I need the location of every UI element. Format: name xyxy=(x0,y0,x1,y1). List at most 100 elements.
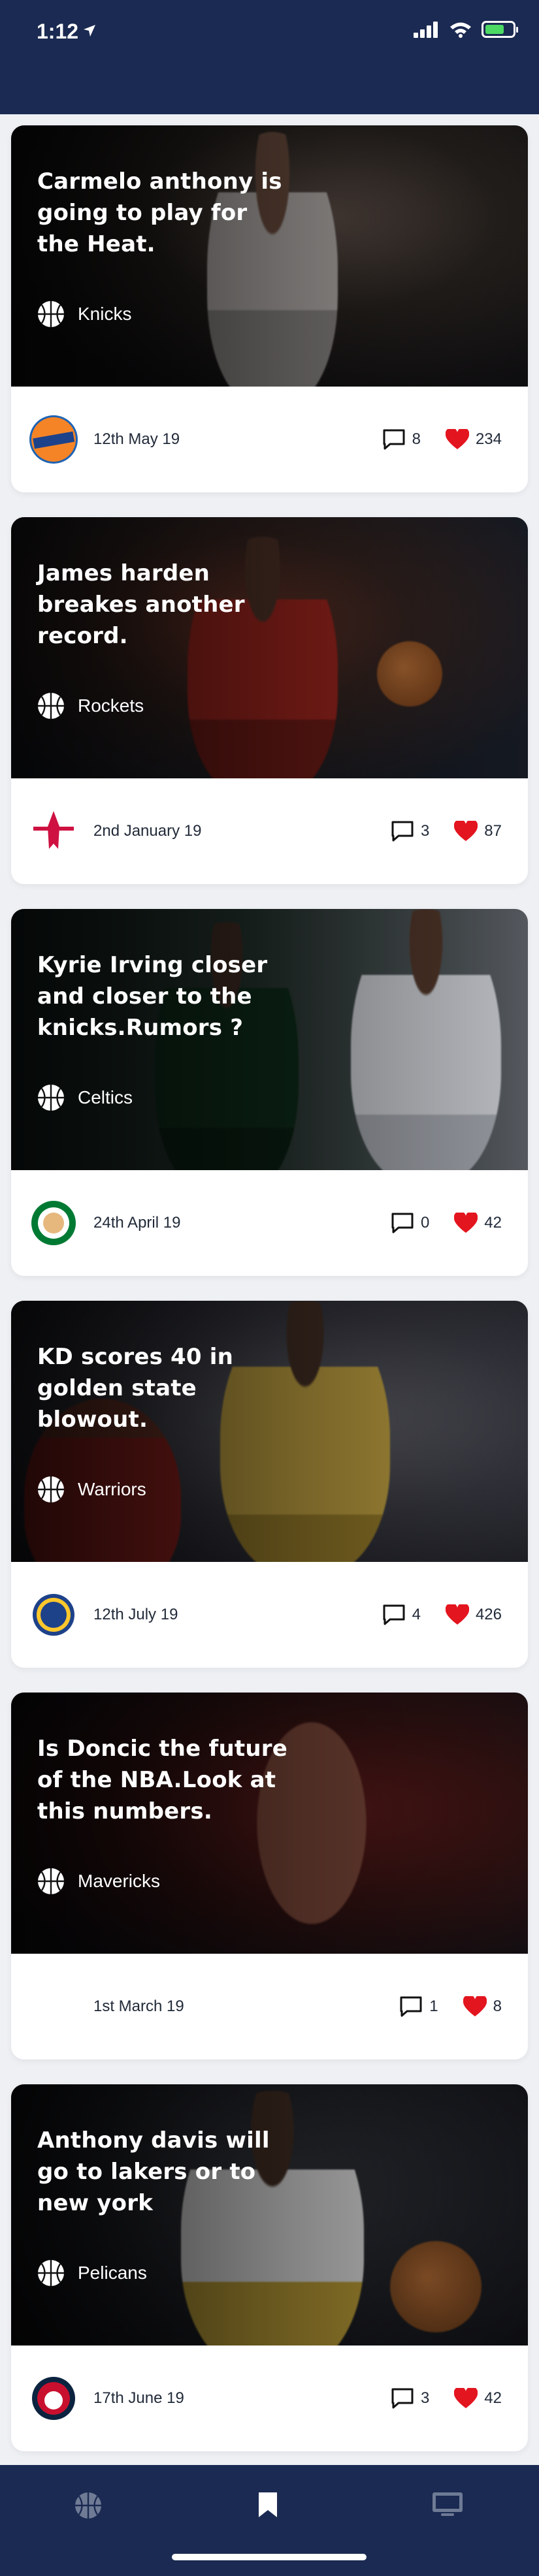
cellular-signal-icon xyxy=(414,22,438,38)
comments-button[interactable]: 3 xyxy=(391,820,429,842)
news-feed: Carmelo anthony is going to play for the… xyxy=(11,125,528,2476)
team-tag[interactable]: Rockets xyxy=(37,692,144,720)
status-indicators xyxy=(414,21,518,38)
news-headline: Kyrie Irving closer and closer to the kn… xyxy=(37,952,268,1041)
comment-count: 4 xyxy=(412,1606,421,1623)
comment-count: 0 xyxy=(420,1214,430,1232)
like-count: 42 xyxy=(484,1214,502,1232)
app-header: 1:12 xyxy=(0,0,539,114)
like-button[interactable]: 42 xyxy=(454,2388,502,2409)
news-card[interactable]: James harden breakes another record. Roc… xyxy=(11,517,528,884)
home-indicator xyxy=(172,2554,367,2560)
like-button[interactable]: 8 xyxy=(463,1996,502,2017)
news-date: 12th May 19 xyxy=(93,430,180,448)
like-button[interactable]: 87 xyxy=(454,821,502,842)
news-card[interactable]: Anthony davis will go to lakers or to ne… xyxy=(11,2084,528,2451)
comment-icon xyxy=(391,1213,414,1233)
comment-icon xyxy=(383,1604,405,1625)
news-card-image[interactable]: Is Doncic the future of the NBA.Look at … xyxy=(11,1693,528,1954)
like-button[interactable]: 42 xyxy=(454,1213,502,1233)
comment-count: 8 xyxy=(412,430,421,448)
warriors-logo-icon xyxy=(29,1591,78,1639)
tv-icon xyxy=(433,2492,463,2516)
team-tag[interactable]: Celtics xyxy=(37,1084,133,1111)
nav-bookmark-tab[interactable] xyxy=(257,2491,278,2522)
news-headline: Carmelo anthony is going to play for the… xyxy=(37,168,282,257)
team-name: Celtics xyxy=(78,1087,133,1107)
comments-button[interactable]: 0 xyxy=(391,1212,429,1234)
basketball-icon xyxy=(38,693,64,719)
like-button[interactable]: 234 xyxy=(445,429,502,450)
news-card-image[interactable]: Kyrie Irving closer and closer to the kn… xyxy=(11,909,528,1170)
news-card[interactable]: Kyrie Irving closer and closer to the kn… xyxy=(11,909,528,1276)
comments-button[interactable]: 8 xyxy=(382,428,421,451)
celtics-logo-icon xyxy=(29,1199,78,1247)
news-card-footer: 24th April 19 0 42 xyxy=(11,1170,528,1276)
news-date: 17th June 19 xyxy=(93,2389,184,2407)
news-card-footer: 12th May 19 8 234 xyxy=(11,387,528,492)
news-date: 12th July 19 xyxy=(93,1606,178,1623)
comment-icon xyxy=(383,429,405,450)
basketball-icon xyxy=(38,1476,64,1503)
comment-icon xyxy=(391,821,414,842)
news-date: 2nd January 19 xyxy=(93,822,202,840)
comments-button[interactable]: 1 xyxy=(399,1996,438,2018)
news-headline: James harden breakes another record. xyxy=(37,560,245,649)
team-name: Mavericks xyxy=(78,1871,161,1891)
like-count: 87 xyxy=(484,822,502,840)
news-card[interactable]: Carmelo anthony is going to play for the… xyxy=(11,125,528,492)
like-count: 426 xyxy=(475,1606,502,1623)
status-time: 1:12 xyxy=(37,20,79,43)
news-card[interactable]: KD scores 40 in golden state blowout. Wa… xyxy=(11,1301,528,1668)
news-date: 1st March 19 xyxy=(93,1997,184,2015)
battery-icon xyxy=(482,21,518,38)
news-card-footer: 1st March 19 1 8 xyxy=(11,1954,528,2059)
comment-count: 3 xyxy=(420,2389,430,2407)
pelicans-logo-icon xyxy=(29,2374,78,2423)
team-tag[interactable]: Knicks xyxy=(37,300,131,328)
heart-icon xyxy=(445,1604,469,1625)
basketball-icon xyxy=(75,2492,101,2519)
nav-tv-tab[interactable] xyxy=(431,2491,464,2520)
heart-icon xyxy=(445,429,469,449)
heart-icon xyxy=(454,1213,478,1233)
news-card-image[interactable]: KD scores 40 in golden state blowout. Wa… xyxy=(11,1301,528,1562)
location-arrow-icon xyxy=(84,25,95,37)
news-date: 24th April 19 xyxy=(93,1214,181,1232)
news-card-image[interactable]: Carmelo anthony is going to play for the… xyxy=(11,125,528,387)
comment-count: 1 xyxy=(429,1997,438,2015)
news-card[interactable]: Is Doncic the future of the NBA.Look at … xyxy=(11,1693,528,2059)
news-headline: Anthony davis will go to lakers or to ne… xyxy=(37,2127,270,2216)
news-card-image[interactable]: James harden breakes another record. Roc… xyxy=(11,517,528,778)
news-card-footer: 2nd January 19 3 87 xyxy=(11,778,528,884)
comments-button[interactable]: 3 xyxy=(391,2387,429,2409)
heart-icon xyxy=(463,1996,487,2016)
team-tag[interactable]: Pelicans xyxy=(37,2259,147,2287)
team-name: Knicks xyxy=(78,304,132,324)
like-button[interactable]: 426 xyxy=(445,1604,502,1625)
basketball-icon xyxy=(38,1868,64,1894)
comments-button[interactable]: 4 xyxy=(382,1604,421,1626)
team-name: Rockets xyxy=(78,695,144,716)
mavericks-logo-icon xyxy=(29,1982,78,2031)
like-count: 234 xyxy=(475,430,502,448)
nav-basketball-tab[interactable] xyxy=(74,2491,103,2523)
news-headline: KD scores 40 in golden state blowout. xyxy=(37,1344,234,1433)
team-tag[interactable]: Warriors xyxy=(37,1476,146,1503)
basketball-icon xyxy=(38,1085,64,1111)
bottom-navigation xyxy=(0,2465,539,2576)
comment-icon xyxy=(391,2388,414,2409)
bookmark-icon xyxy=(259,2492,277,2517)
basketball-icon xyxy=(38,301,64,327)
rockets-logo-icon xyxy=(29,807,78,855)
team-name: Warriors xyxy=(78,1479,146,1499)
news-card-image[interactable]: Anthony davis will go to lakers or to ne… xyxy=(11,2084,528,2345)
team-tag[interactable]: Mavericks xyxy=(37,1868,160,1895)
heart-icon xyxy=(454,821,478,841)
knicks-logo-icon xyxy=(29,415,78,464)
news-card-footer: 12th July 19 4 426 xyxy=(11,1562,528,1668)
like-count: 42 xyxy=(484,2389,502,2407)
comment-icon xyxy=(400,1996,422,2017)
heart-icon xyxy=(454,2388,478,2408)
like-count: 8 xyxy=(493,1997,502,2015)
